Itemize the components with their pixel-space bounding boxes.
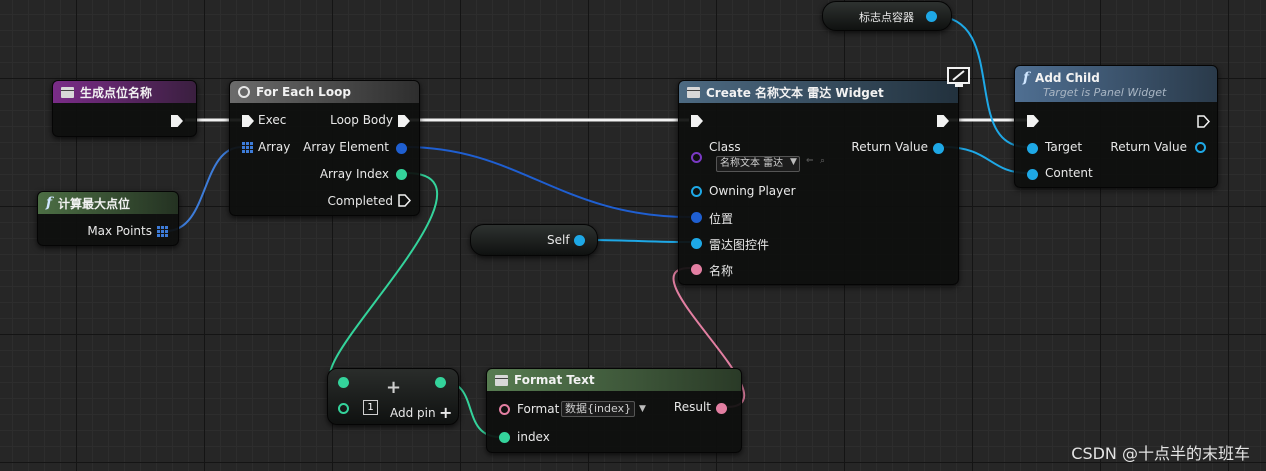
container-variable-node[interactable]: 标志点容器 bbox=[822, 1, 952, 31]
result-pin[interactable] bbox=[716, 403, 727, 414]
append-second-pin[interactable] bbox=[338, 403, 349, 414]
node-header[interactable]: 生成点位名称 bbox=[53, 81, 196, 103]
node-subtitle: Target is Panel Widget bbox=[1043, 85, 1167, 99]
add-pin-plus-icon[interactable]: + bbox=[439, 403, 452, 422]
create-widget-node[interactable]: Create 名称文本 雷达 Widget Class 名称文本 雷达 ▼ ⇐ … bbox=[678, 67, 970, 285]
position-pin[interactable] bbox=[691, 212, 702, 223]
node-title: For Each Loop bbox=[256, 85, 351, 99]
class-select[interactable]: 名称文本 雷达 bbox=[716, 156, 801, 172]
plus-icon: + bbox=[386, 377, 402, 398]
index-value-box[interactable]: 1 bbox=[363, 400, 378, 415]
node-title: Format Text bbox=[514, 373, 595, 387]
node-title: 计算最大点位 bbox=[58, 196, 131, 211]
node-header[interactable]: For Each Loop bbox=[230, 81, 419, 103]
add-child-node[interactable]: f Add Child Target is Panel Widget Targe… bbox=[1014, 65, 1218, 188]
max-points-label: Max Points bbox=[87, 224, 152, 238]
array-index-pin[interactable] bbox=[396, 169, 407, 180]
content-pin[interactable] bbox=[1027, 169, 1038, 180]
widget-icon bbox=[687, 86, 700, 98]
owning-player-label: Owning Player bbox=[709, 184, 796, 198]
radar-label: 雷达图控件 bbox=[709, 238, 770, 252]
result-label: Result bbox=[673, 400, 711, 414]
return-value-label: Return Value bbox=[851, 140, 928, 154]
chevron-down-icon[interactable]: ▼ bbox=[639, 404, 646, 414]
self-node[interactable]: Self bbox=[470, 224, 598, 256]
function-node-max-points[interactable]: f 计算最大点位 Max Points bbox=[37, 191, 179, 246]
exec-in-pin[interactable] bbox=[242, 115, 254, 127]
container-out-pin[interactable] bbox=[926, 11, 937, 22]
function-icon: f bbox=[46, 195, 53, 211]
browse-icon[interactable]: ⌕ bbox=[820, 156, 825, 166]
node-title: Add Child bbox=[1035, 70, 1100, 85]
exec-out-pin[interactable] bbox=[1197, 115, 1210, 128]
self-label: Self bbox=[547, 233, 570, 247]
for-each-loop-node[interactable]: For Each Loop Exec Loop Body Array Array… bbox=[229, 80, 420, 216]
monitor-icon bbox=[947, 67, 970, 87]
position-label: 位置 bbox=[709, 212, 734, 226]
exec-in-pin[interactable] bbox=[1027, 115, 1039, 127]
content-label: Content bbox=[1045, 166, 1093, 180]
node-title: Create 名称文本 雷达 Widget bbox=[706, 85, 884, 100]
name-pin[interactable] bbox=[691, 264, 702, 275]
array-element-label: Array Element bbox=[303, 140, 389, 154]
event-icon bbox=[61, 86, 74, 98]
target-label: Target bbox=[1045, 140, 1083, 154]
exec-out-pin[interactable] bbox=[171, 115, 183, 127]
exec-out-pin[interactable] bbox=[937, 115, 949, 127]
self-out-pin[interactable] bbox=[574, 235, 585, 246]
append-node[interactable]: + 1 Add pin + bbox=[327, 368, 459, 425]
radar-pin[interactable] bbox=[691, 238, 702, 249]
loop-icon bbox=[238, 86, 250, 98]
index-label: index bbox=[517, 430, 550, 444]
container-label: 标志点容器 bbox=[859, 11, 914, 24]
array-element-pin[interactable] bbox=[396, 143, 407, 154]
node-header[interactable]: f 计算最大点位 bbox=[38, 192, 178, 214]
return-value-pin[interactable] bbox=[933, 143, 944, 154]
return-value-pin[interactable] bbox=[1195, 142, 1206, 153]
watermark: CSDN @十点半的末班车 bbox=[1071, 444, 1250, 463]
function-icon: f bbox=[1023, 69, 1030, 86]
array-in-pin[interactable] bbox=[242, 142, 253, 153]
exec-in-pin[interactable] bbox=[691, 115, 703, 127]
format-label: Format bbox=[517, 402, 560, 416]
append-out-pin[interactable] bbox=[435, 377, 446, 388]
owning-player-pin[interactable] bbox=[691, 186, 702, 197]
name-label: 名称 bbox=[709, 264, 734, 278]
append-in-pin[interactable] bbox=[338, 377, 349, 388]
chevron-down-icon[interactable]: ▼ bbox=[790, 157, 797, 167]
index-pin[interactable] bbox=[499, 432, 510, 443]
format-pin[interactable] bbox=[499, 404, 510, 415]
loop-body-pin[interactable] bbox=[398, 115, 410, 127]
class-pin[interactable] bbox=[691, 152, 702, 163]
return-value-label: Return Value bbox=[1110, 140, 1187, 154]
format-text-node[interactable]: Format Text Format 数据{index} ▼ Result in… bbox=[486, 368, 742, 453]
array-label: Array bbox=[258, 140, 291, 154]
use-selected-icon[interactable]: ⇐ bbox=[806, 156, 814, 166]
max-points-array-pin[interactable] bbox=[157, 226, 168, 237]
self-wire bbox=[581, 239, 691, 243]
class-label: Class bbox=[709, 140, 741, 154]
completed-label: Completed bbox=[327, 194, 393, 208]
node-title: 生成点位名称 bbox=[80, 85, 153, 100]
completed-pin[interactable] bbox=[398, 194, 411, 207]
loop-body-label: Loop Body bbox=[330, 113, 393, 127]
event-node-generate-names[interactable]: 生成点位名称 bbox=[52, 80, 197, 137]
format-value-field[interactable]: 数据{index} bbox=[561, 401, 636, 417]
node-header[interactable]: Create 名称文本 雷达 Widget bbox=[679, 81, 958, 103]
target-pin[interactable] bbox=[1027, 143, 1038, 154]
add-pin-label[interactable]: Add pin bbox=[390, 406, 436, 420]
node-header[interactable]: Format Text bbox=[487, 369, 741, 391]
array-index-label: Array Index bbox=[319, 167, 389, 181]
exec-label: Exec bbox=[258, 113, 287, 127]
node-header[interactable]: f Add Child Target is Panel Widget bbox=[1015, 66, 1217, 102]
format-icon bbox=[495, 374, 508, 386]
vector-wire bbox=[404, 146, 691, 218]
